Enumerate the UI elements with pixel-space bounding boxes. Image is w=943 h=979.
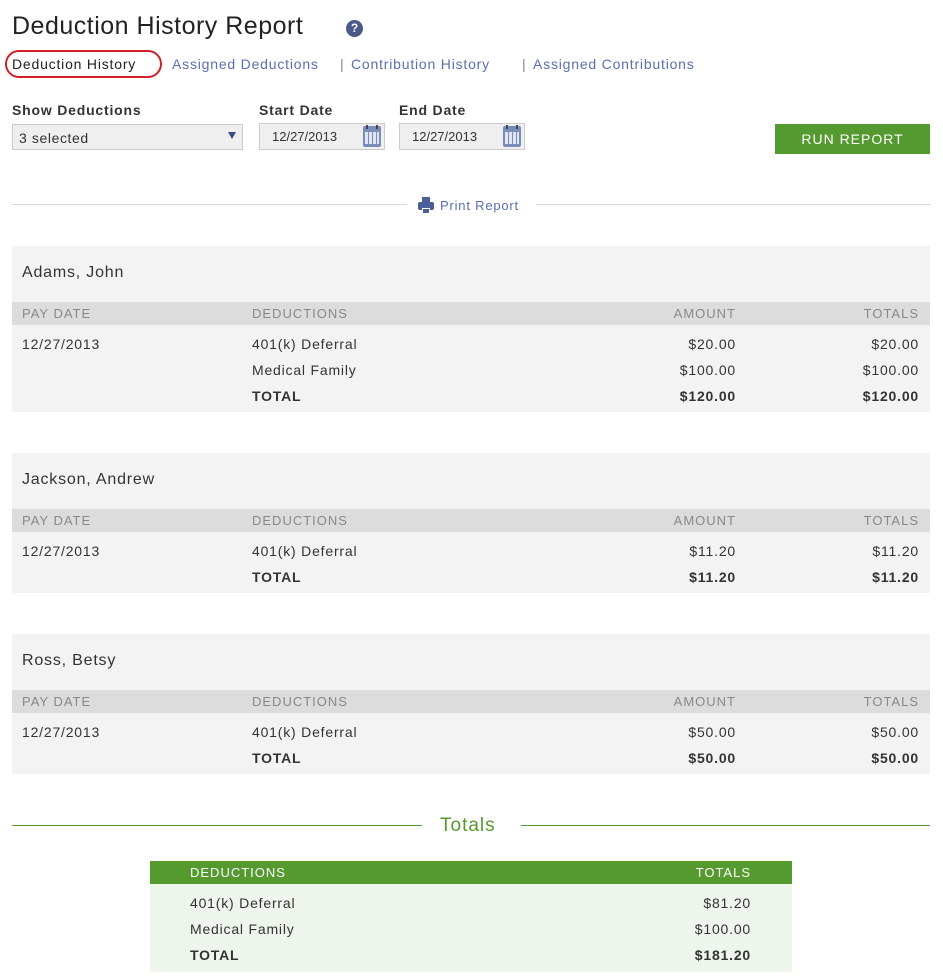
deduction-name: 401(k) Deferral	[252, 336, 358, 352]
total-label: TOTAL	[252, 750, 302, 766]
end-date-label: End Date	[399, 102, 467, 118]
employee-name: Ross, Betsy	[22, 652, 117, 669]
totals-title: Totals	[440, 815, 496, 836]
end-date-input[interactable]: 12/27/2013	[399, 123, 525, 150]
deduction-name: 401(k) Deferral	[252, 543, 358, 559]
deduction-amount: $20.00	[688, 336, 736, 352]
deduction-amount: $11.20	[689, 543, 736, 559]
printer-icon	[418, 197, 434, 215]
deduction-name: Medical Family	[252, 362, 357, 378]
col-amount: AMOUNT	[673, 513, 736, 528]
employee-section: Jackson, Andrew PAY DATE DEDUCTIONS AMOU…	[12, 453, 930, 593]
deduction-name: 401(k) Deferral	[252, 724, 358, 740]
col-deductions: DEDUCTIONS	[252, 694, 348, 709]
tab-deduction-history-active[interactable]: Deduction History	[5, 50, 162, 78]
pay-date: 12/27/2013	[22, 336, 101, 352]
table-row: 12/27/2013 401(k) Deferral $11.20 $11.20	[12, 539, 930, 565]
tab-deduction-history-label: Deduction History	[12, 56, 137, 72]
table-row: 401(k) Deferral $81.20	[150, 891, 792, 917]
print-report-label: Print Report	[440, 198, 519, 213]
show-deductions-select[interactable]: 3 selected	[12, 124, 243, 150]
total-amount: $50.00	[688, 750, 736, 766]
col-amount: AMOUNT	[673, 694, 736, 709]
employee-section: Adams, John PAY DATE DEDUCTIONS AMOUNT T…	[12, 246, 930, 412]
divider	[536, 204, 930, 205]
page-title: Deduction History Report	[12, 12, 304, 40]
tab-assigned-deductions[interactable]: Assigned Deductions	[172, 56, 319, 72]
table-row: 12/27/2013 401(k) Deferral $50.00 $50.00	[12, 720, 930, 746]
divider	[12, 204, 407, 205]
help-icon[interactable]: ?	[346, 20, 363, 37]
grand-total: $181.20	[694, 947, 751, 963]
tab-assigned-contributions[interactable]: Assigned Contributions	[533, 56, 695, 72]
col-deductions: DEDUCTIONS	[252, 513, 348, 528]
employee-section: Ross, Betsy PAY DATE DEDUCTIONS AMOUNT T…	[12, 634, 930, 774]
col-pay-date: PAY DATE	[22, 513, 92, 528]
employee-name: Adams, John	[22, 264, 125, 281]
deduction-amount: $50.00	[688, 724, 736, 740]
table-row: 12/27/2013 401(k) Deferral $20.00 $20.00	[12, 332, 930, 358]
totals-divider	[12, 825, 422, 826]
total-row: TOTAL $181.20	[150, 943, 792, 969]
deduction-total: $81.20	[703, 895, 751, 911]
show-deductions-label: Show Deductions	[12, 102, 142, 118]
col-pay-date: PAY DATE	[22, 306, 92, 321]
table-row: Medical Family $100.00	[150, 917, 792, 943]
total-label: TOTAL	[252, 569, 302, 585]
start-date-label: Start Date	[259, 102, 334, 118]
employee-name: Jackson, Andrew	[22, 471, 155, 488]
col-totals: TOTALS	[863, 306, 919, 321]
total-row: TOTAL $50.00 $50.00	[12, 746, 930, 772]
col-deductions: DEDUCTIONS	[252, 306, 348, 321]
total-amount: $120.00	[679, 388, 736, 404]
total-amount: $11.20	[689, 569, 736, 585]
total-label: TOTAL	[252, 388, 302, 404]
dropdown-arrow-icon	[228, 132, 236, 139]
end-date-value: 12/27/2013	[412, 129, 478, 144]
run-report-button[interactable]: RUN REPORT	[775, 124, 930, 154]
nav-separator: |	[522, 56, 527, 72]
calendar-icon[interactable]	[363, 125, 381, 147]
total-label: TOTAL	[190, 947, 240, 963]
pay-date: 12/27/2013	[22, 543, 101, 559]
deduction-amount: $100.00	[679, 362, 736, 378]
totals-table-header: DEDUCTIONS TOTALS	[150, 861, 792, 884]
show-deductions-value: 3 selected	[19, 130, 89, 146]
start-date-value: 12/27/2013	[272, 129, 338, 144]
table-header: PAY DATE DEDUCTIONS AMOUNT TOTALS	[12, 690, 930, 713]
pay-date: 12/27/2013	[22, 724, 101, 740]
total-row: TOTAL $11.20 $11.20	[12, 565, 930, 591]
table-header: PAY DATE DEDUCTIONS AMOUNT TOTALS	[12, 509, 930, 532]
total-total: $50.00	[871, 750, 919, 766]
deduction-name: Medical Family	[190, 921, 295, 937]
deduction-total: $50.00	[871, 724, 919, 740]
col-pay-date: PAY DATE	[22, 694, 92, 709]
deduction-name: 401(k) Deferral	[190, 895, 296, 911]
col-amount: AMOUNT	[673, 306, 736, 321]
deduction-total: $100.00	[694, 921, 751, 937]
calendar-icon[interactable]	[503, 125, 521, 147]
totals-table: DEDUCTIONS TOTALS 401(k) Deferral $81.20…	[150, 861, 792, 972]
deduction-total: $20.00	[871, 336, 919, 352]
col-totals: TOTALS	[863, 513, 919, 528]
total-total: $120.00	[862, 388, 919, 404]
tab-contribution-history[interactable]: Contribution History	[351, 56, 490, 72]
table-row: Medical Family $100.00 $100.00	[12, 358, 930, 384]
total-row: TOTAL $120.00 $120.00	[12, 384, 930, 410]
deduction-total: $100.00	[862, 362, 919, 378]
col-totals: TOTALS	[863, 694, 919, 709]
deduction-total: $11.20	[872, 543, 919, 559]
totals-divider	[521, 825, 930, 826]
col-deductions: DEDUCTIONS	[190, 865, 286, 880]
col-totals: TOTALS	[695, 865, 751, 880]
table-header: PAY DATE DEDUCTIONS AMOUNT TOTALS	[12, 302, 930, 325]
nav-separator: |	[340, 56, 345, 72]
start-date-input[interactable]: 12/27/2013	[259, 123, 385, 150]
total-total: $11.20	[872, 569, 919, 585]
